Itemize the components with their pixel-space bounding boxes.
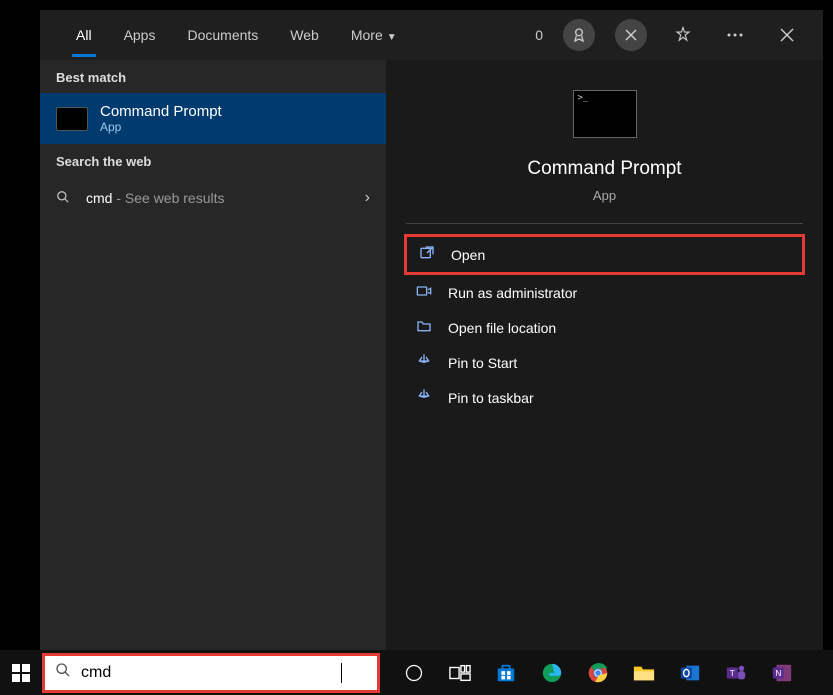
detail-panel: Command Prompt App Open Run as administr… (386, 60, 823, 650)
web-query-text: cmd (86, 190, 112, 206)
cortana-icon[interactable] (400, 659, 428, 687)
detail-subtitle: App (593, 188, 616, 203)
search-icon (55, 662, 71, 683)
chrome-icon[interactable] (584, 659, 612, 687)
task-view-icon[interactable] (446, 659, 474, 687)
chevron-right-icon[interactable]: › (365, 189, 370, 207)
tab-documents[interactable]: Documents (171, 13, 274, 57)
taskbar-search-box[interactable] (42, 653, 380, 693)
action-open[interactable]: Open (404, 234, 805, 275)
more-options-icon[interactable] (719, 19, 751, 51)
open-icon (417, 245, 437, 264)
feedback-icon[interactable] (667, 19, 699, 51)
text-cursor (341, 663, 342, 683)
web-suffix-text: - See web results (112, 190, 224, 206)
action-label: Pin to taskbar (448, 390, 534, 406)
edge-icon[interactable] (538, 659, 566, 687)
tab-web[interactable]: Web (274, 13, 335, 57)
action-label: Open file location (448, 320, 556, 336)
action-label: Pin to Start (448, 355, 517, 371)
action-pin-taskbar[interactable]: Pin to taskbar (404, 380, 805, 415)
microsoft-store-icon[interactable] (492, 659, 520, 687)
rewards-icon[interactable] (563, 19, 595, 51)
admin-icon (414, 283, 434, 302)
tab-apps[interactable]: Apps (108, 13, 172, 57)
tab-more[interactable]: More▼ (335, 13, 413, 57)
search-web-header: Search the web (40, 144, 386, 177)
tab-all[interactable]: All (60, 13, 108, 57)
detail-title: Command Prompt (527, 158, 681, 180)
svg-text:N: N (775, 668, 781, 677)
chevron-down-icon: ▼ (387, 32, 397, 43)
start-button[interactable] (0, 650, 42, 695)
result-title: Command Prompt (100, 103, 222, 120)
folder-icon (414, 318, 434, 337)
action-label: Run as administrator (448, 285, 577, 301)
close-x-icon[interactable] (615, 19, 647, 51)
action-pin-start[interactable]: Pin to Start (404, 345, 805, 380)
pin-start-icon (414, 353, 434, 372)
cmd-app-icon (56, 107, 88, 131)
search-icon (56, 190, 74, 207)
search-input[interactable] (81, 664, 341, 682)
rewards-count: 0 (535, 27, 543, 43)
result-command-prompt[interactable]: Command Prompt App (40, 93, 386, 144)
close-window-icon[interactable] (771, 19, 803, 51)
results-panel: Best match Command Prompt App Search the… (40, 60, 386, 650)
search-tabs-row: All Apps Documents Web More▼ 0 (40, 10, 823, 60)
windows-logo-icon (12, 664, 30, 682)
web-result-cmd[interactable]: cmd - See web results › (40, 177, 386, 219)
file-explorer-icon[interactable] (630, 659, 658, 687)
action-open-location[interactable]: Open file location (404, 310, 805, 345)
outlook-icon[interactable] (676, 659, 704, 687)
best-match-header: Best match (40, 60, 386, 93)
taskbar: T N (0, 650, 833, 695)
teams-icon[interactable]: T (722, 659, 750, 687)
onenote-icon[interactable]: N (768, 659, 796, 687)
detail-app-icon (573, 90, 637, 138)
action-label: Open (451, 247, 485, 263)
action-run-admin[interactable]: Run as administrator (404, 275, 805, 310)
result-subtitle: App (100, 120, 222, 134)
pin-taskbar-icon (414, 388, 434, 407)
svg-text:T: T (730, 668, 735, 677)
